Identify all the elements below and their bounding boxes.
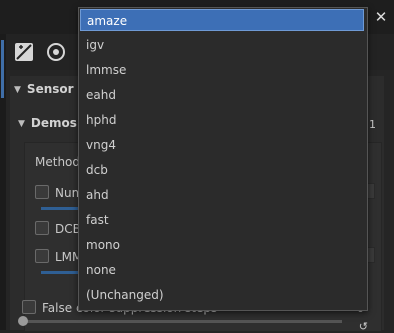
slider-knob[interactable] [18,316,28,326]
dropdown-option[interactable]: (Unchanged) [80,284,364,306]
demosaic-section-title: Demos [30,116,77,130]
collapse-triangle-icon: ▼ [18,119,25,129]
dropdown-option[interactable]: igv [80,34,364,56]
dropdown-option[interactable]: eahd [80,84,364,106]
checkbox[interactable] [35,249,49,263]
method-dropdown-list: amaze igv lmmse eahd hphd vng4 dcb ahd f… [78,7,368,311]
dropdown-option[interactable]: mono [80,234,364,256]
dropdown-option[interactable]: ahd [80,184,364,206]
method-label: Method: [35,155,85,169]
false-color-slider[interactable] [22,320,342,323]
collapse-triangle-icon: ▼ [14,85,21,95]
dropdown-option[interactable]: amaze [80,9,364,31]
demosaic-section-header[interactable]: ▼ Demos [18,116,77,130]
dropdown-option[interactable]: dcb [80,159,364,181]
checkbox[interactable] [22,300,36,314]
dropdown-option[interactable]: vng4 [80,134,364,156]
checkbox[interactable] [35,185,49,199]
circle-refresh-icon[interactable] [46,42,66,62]
dropdown-option[interactable]: lmmse [80,59,364,81]
left-stripe [0,34,6,330]
curve-edit-icon[interactable] [14,42,34,62]
close-icon[interactable]: ✕ [374,10,388,25]
checkbox[interactable] [35,221,49,235]
right-edge-value: 1 [369,118,376,131]
dropdown-option[interactable]: hphd [80,109,364,131]
dropdown-option[interactable]: none [80,259,364,281]
dropdown-option[interactable]: fast [80,209,364,231]
left-accent-bar [1,40,4,98]
reset-icon[interactable]: ↺ [359,320,368,333]
